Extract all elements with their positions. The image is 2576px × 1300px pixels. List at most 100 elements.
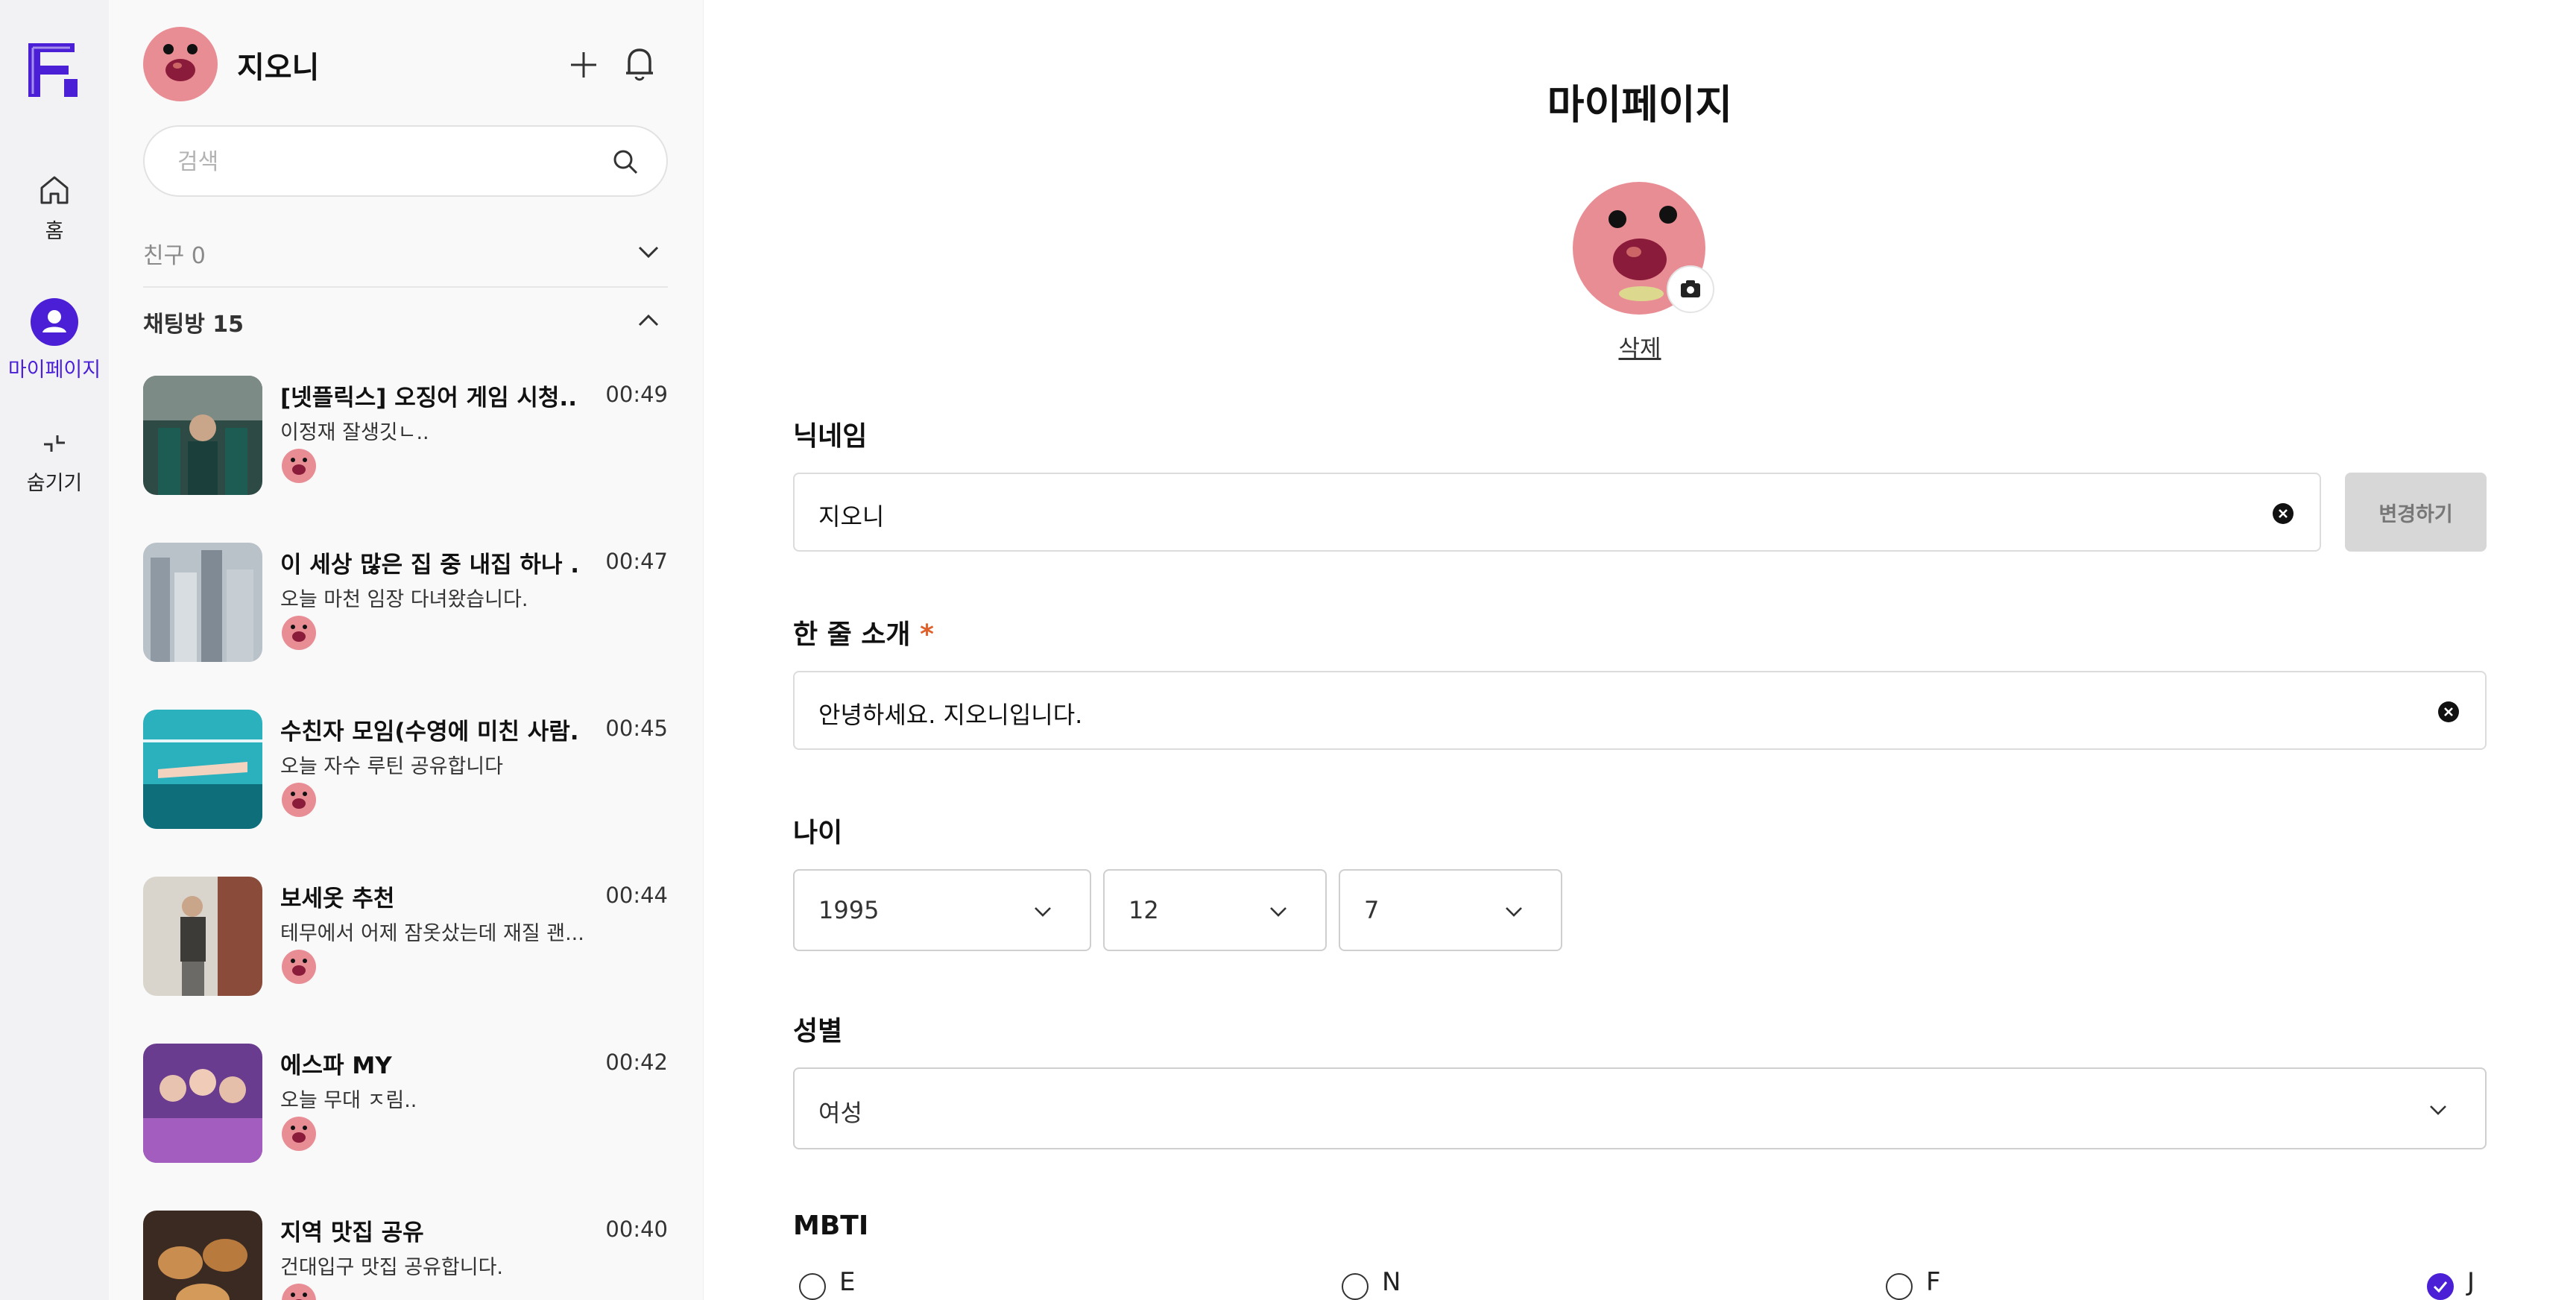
room-title: 보세옷 추천 [280, 886, 395, 912]
intro-label: 한 줄 소개 * [793, 613, 934, 651]
room-time: 00:40 [605, 1217, 668, 1242]
birth-day-value: 7 [1364, 896, 1380, 924]
intro-value: 안녕하세요. 지오니입니다. [818, 701, 1083, 729]
app-logo[interactable] [22, 37, 83, 103]
intro-field[interactable]: 안녕하세요. 지오니입니다. [793, 671, 2487, 750]
chat-room-item[interactable]: 지역 맛집 공유 00:40 건대입구 맛집 공유합니다. [143, 1211, 668, 1300]
clear-icon[interactable] [2272, 502, 2294, 525]
nav-rail: 홈 마이페이지 숨기기 [0, 0, 109, 1300]
room-thumbnail [143, 376, 262, 495]
chat-room-item[interactable]: 에스파 MY 00:42 오늘 무대 ㅈ림.. [143, 1044, 668, 1164]
bell-icon[interactable] [622, 45, 657, 83]
room-title: [넷플릭스] 오징어 게임 시청... [280, 385, 578, 411]
check-icon [2433, 1281, 2448, 1293]
radio-button[interactable] [799, 1273, 826, 1300]
friends-section-header[interactable]: 친구 0 [143, 230, 668, 288]
room-last-message: 오늘 마천 임장 다녀왔습니다. [280, 588, 528, 611]
add-icon[interactable] [568, 49, 599, 81]
user-name: 지오니 [237, 51, 320, 85]
room-last-message: 이정재 잘생깃ㄴ.. [280, 421, 429, 444]
nickname-field[interactable]: 지오니 [793, 473, 2321, 552]
user-avatar[interactable] [143, 27, 218, 101]
room-thumbnail [143, 1211, 262, 1300]
chat-room-item[interactable]: 수친자 모임(수영에 미친 사람... 00:45 오늘 자수 루틴 공유합니다 [143, 710, 668, 830]
chevron-down-icon [1035, 907, 1051, 917]
required-mark: * [920, 619, 934, 650]
rail-item-home[interactable]: 홈 [0, 173, 109, 244]
chat-panel: 지오니 친구 0 채팅방 15 [넷 [109, 0, 704, 1300]
chat-room-item[interactable]: [넷플릭스] 오징어 게임 시청... 00:49 이정재 잘생깃ㄴ.. [143, 376, 668, 496]
age-label: 나이 [793, 818, 843, 848]
chat-room-item[interactable]: 보세옷 추천 00:44 테무에서 어제 잠옷샀는데 재질 괜... [143, 877, 668, 997]
rail-item-hide[interactable]: 숨기기 [0, 429, 109, 496]
nickname-label: 닉네임 [793, 421, 868, 452]
search-icon[interactable] [611, 148, 640, 176]
participant-avatar [282, 1284, 316, 1300]
gender-label: 성별 [793, 1016, 843, 1047]
delete-photo-link[interactable]: 삭제 [704, 329, 2576, 363]
radio-button-checked[interactable] [2427, 1273, 2454, 1300]
collapse-icon [44, 435, 65, 452]
participant-avatar [282, 1117, 316, 1151]
mbti-option-label: J [2467, 1267, 2475, 1297]
chevron-down-icon [2430, 1105, 2446, 1115]
room-last-message: 건대입구 맛집 공유합니다. [280, 1256, 503, 1279]
search-box [143, 125, 668, 197]
rail-label-mypage: 마이페이지 [7, 359, 101, 382]
nickname-value: 지오니 [818, 502, 885, 531]
room-last-message: 오늘 자수 루틴 공유합니다 [280, 755, 503, 778]
mbti-option-label: N [1382, 1267, 1401, 1297]
camera-icon [1681, 280, 1700, 297]
rail-label-hide: 숨기기 [26, 472, 83, 495]
chevron-down-icon[interactable] [637, 240, 660, 264]
clear-icon[interactable] [2437, 701, 2460, 723]
birth-year-select[interactable]: 1995 [793, 869, 1091, 951]
radio-button[interactable] [1886, 1273, 1913, 1300]
mbti-label: MBTI [793, 1211, 869, 1241]
birth-day-select[interactable]: 7 [1339, 869, 1562, 951]
birth-year-value: 1995 [818, 896, 880, 924]
room-title: 지역 맛집 공유 [280, 1219, 424, 1246]
room-last-message: 오늘 무대 ㅈ림.. [280, 1089, 417, 1112]
user-icon [31, 298, 78, 346]
birth-month-value: 12 [1128, 896, 1159, 924]
chevron-down-icon [1270, 907, 1287, 917]
rail-label-home: 홈 [45, 220, 64, 243]
friends-label: 친구 0 [143, 243, 206, 269]
gender-value: 여성 [818, 1099, 862, 1127]
room-title: 이 세상 많은 집 중 내집 하나 ... [280, 552, 578, 578]
room-time: 00:42 [605, 1050, 668, 1075]
chat-room-item[interactable]: 이 세상 많은 집 중 내집 하나 ... 00:47 오늘 마천 임장 다녀왔… [143, 543, 668, 663]
home-icon [40, 176, 69, 204]
chevron-down-icon [1506, 907, 1522, 917]
room-time: 00:47 [605, 549, 668, 574]
rooms-section-header[interactable]: 채팅방 15 [143, 298, 668, 343]
room-time: 00:49 [605, 382, 668, 407]
chevron-up-icon[interactable] [637, 309, 660, 332]
rooms-label: 채팅방 15 [143, 312, 244, 338]
mbti-option-label: E [839, 1267, 856, 1297]
room-time: 00:44 [605, 883, 668, 908]
mypage-main: 마이페이지 삭제 닉네임 지오니 변경하기 한 줄 소개 * 안녕하세요. 지오… [704, 0, 2576, 1300]
radio-button[interactable] [1342, 1273, 1368, 1300]
room-title: 수친자 모임(수영에 미친 사람... [280, 719, 578, 745]
room-last-message: 테무에서 어제 잠옷샀는데 재질 괜... [280, 922, 584, 945]
change-photo-button[interactable] [1667, 265, 1714, 313]
change-nickname-button[interactable]: 변경하기 [2345, 473, 2487, 552]
room-thumbnail [143, 877, 262, 996]
mbti-option-label: F [1926, 1267, 1941, 1297]
page-title: 마이페이지 [1547, 81, 1733, 128]
intro-label-text: 한 줄 소개 [793, 619, 911, 650]
room-thumbnail [143, 710, 262, 829]
participant-avatar [282, 449, 316, 483]
search-input[interactable] [177, 146, 595, 177]
rail-item-mypage[interactable]: 마이페이지 [0, 298, 109, 382]
participant-avatar [282, 950, 316, 984]
birth-month-select[interactable]: 12 [1103, 869, 1327, 951]
room-thumbnail [143, 1044, 262, 1163]
room-thumbnail [143, 543, 262, 662]
room-title: 에스파 MY [280, 1053, 392, 1079]
participant-avatar [282, 783, 316, 817]
room-time: 00:45 [605, 716, 668, 741]
gender-select[interactable]: 여성 [793, 1067, 2487, 1149]
